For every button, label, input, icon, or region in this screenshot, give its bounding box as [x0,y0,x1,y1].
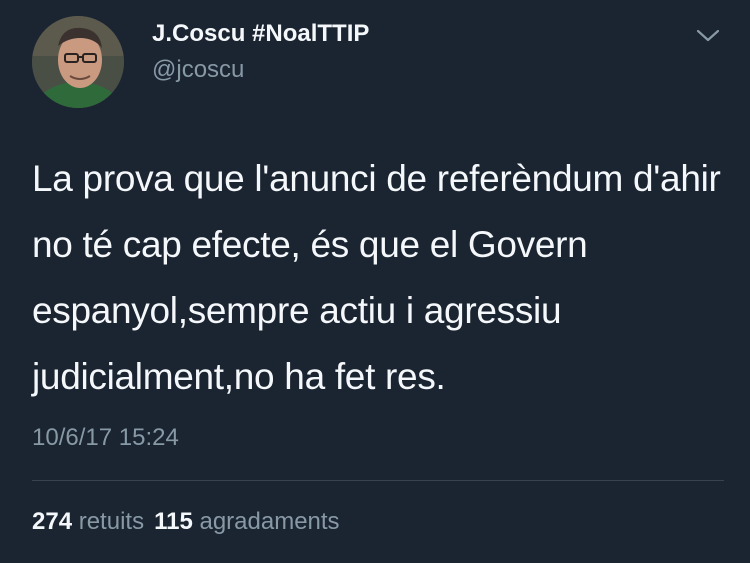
chevron-down-icon[interactable] [694,24,722,46]
tweet-text: La prova que l'anunci de referèndum d'ah… [32,158,721,397]
avatar[interactable] [32,16,124,108]
user-handle[interactable]: @jcoscu [152,56,244,84]
tweet-stats: 274 retuits 115 agradaments [32,506,340,538]
likes-count: 115 [154,508,193,535]
avatar-photo [32,16,124,108]
display-name[interactable]: J.Coscu #NoalTTIP [152,20,369,48]
retweets-label: retuits [78,508,145,535]
tweet-timestamp[interactable]: 10/6/17 15:24 [32,422,179,454]
retweets-stat[interactable]: 274 retuits [32,508,144,535]
divider [32,480,724,481]
retweets-count: 274 [32,508,73,535]
likes-label: agradaments [199,508,340,535]
likes-stat[interactable]: 115 agradaments [154,508,339,535]
tweet-card: J.Coscu #NoalTTIP @jcoscu La prova que l… [0,0,750,563]
